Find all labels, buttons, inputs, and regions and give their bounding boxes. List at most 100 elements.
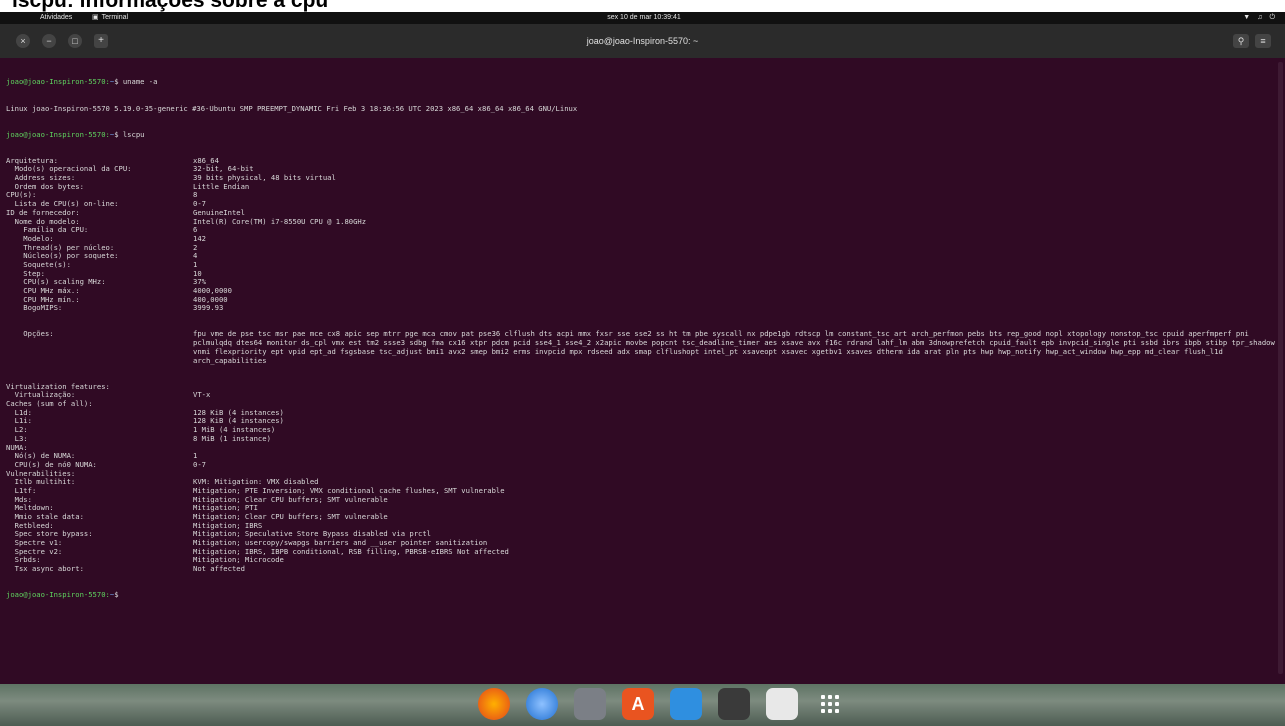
close-icon: × (20, 36, 26, 46)
lscpu-row: BogoMIPS: 3999.93 (6, 304, 1276, 313)
image-caption: lscpu: informações sobre a cpu (0, 0, 1285, 12)
lscpu-value: 0-7 (193, 460, 206, 469)
close-button[interactable]: × (16, 34, 30, 48)
lscpu-key: Família da CPU: (6, 226, 89, 235)
command: $ lscpu (114, 130, 145, 139)
lscpu-key: CPU(s): (6, 191, 37, 200)
lscpu-row: Meltdown: Mitigation; PTI (6, 504, 1276, 513)
new-tab-button[interactable]: + (94, 34, 108, 48)
app-menu[interactable]: ▣ Terminal (92, 12, 128, 24)
scrollbar[interactable] (1278, 62, 1283, 674)
lscpu-key: Virtualização: (6, 391, 76, 400)
lscpu-row: Spectre v2: Mitigation; IBRS, IBPB condit… (6, 548, 1276, 557)
lscpu-key: BogoMIPS: (6, 304, 63, 313)
lscpu-row: Virtualization features: (6, 383, 1276, 392)
lscpu-value: 6 (193, 226, 198, 235)
lscpu-value: 37% (193, 278, 206, 287)
lscpu-key: Vulnerabilities: (6, 469, 76, 478)
lscpu-key: Retbleed: (6, 521, 54, 530)
lscpu-key: Tsx async abort: (6, 565, 84, 574)
lscpu-key: Mmio stale data: (6, 513, 84, 521)
search-icon: ⚲ (1237, 36, 1245, 46)
firefox-icon[interactable] (478, 688, 510, 720)
lscpu-key: Meltdown: (6, 504, 54, 513)
lscpu-value: 10 (193, 269, 202, 278)
lscpu-key: Lista de CPU(s) on-line: (6, 200, 119, 209)
lscpu-row: Itlb multihit: KVM: Mitigation: VMX disab… (6, 478, 1276, 487)
lscpu-key: Spectre v2: (6, 547, 63, 556)
lscpu-row: L2: 1 MiB (4 instances) (6, 426, 1276, 435)
terminal-titlebar: joao@joao-Inspiron-5570: ~ × − □ + ⚲ ≡ (0, 24, 1285, 58)
lscpu-key: Spec store bypass: (6, 530, 93, 539)
terminal-text: joao@joao-Inspiron-5570:~$ uname -a Linu… (6, 61, 1276, 617)
terminal-output[interactable]: joao@joao-Inspiron-5570:~$ uname -a Linu… (0, 58, 1285, 684)
lscpu-row: L3: 8 MiB (1 instance) (6, 435, 1276, 444)
lscpu-value: 4 (193, 252, 198, 261)
network-icon: ▼ (1243, 14, 1251, 21)
lscpu-key: L1d: (6, 408, 32, 417)
lscpu-key: Mds: (6, 495, 32, 504)
lscpu-row: Núcleo(s) por soquete: 4 (6, 252, 1276, 261)
lscpu-key: Srbds: (6, 556, 41, 565)
lscpu-value: Mitigation; usercopy/swapgs barriers and… (193, 539, 488, 548)
lscpu-row: NUMA: (6, 444, 1276, 453)
lscpu-row: Lista de CPU(s) on-line: 0-7 (6, 200, 1276, 209)
show-apps-icon[interactable] (814, 688, 846, 720)
lscpu-value: Mitigation; Clear CPU buffers; SMT vulne… (193, 513, 388, 521)
thunderbird-icon[interactable] (526, 688, 558, 720)
lscpu-value: 4000,0000 (193, 287, 232, 295)
lscpu-row: Modo(s) operacional da CPU: 32-bit, 64-bi… (6, 165, 1276, 174)
clock[interactable]: sex 10 de mar 10:39:41 (596, 12, 692, 24)
uname-output: Linux joao-Inspiron-5570 5.19.0-35-gener… (6, 104, 578, 113)
prompt-line: joao@joao-Inspiron-5570:~$ uname -a (6, 78, 1276, 87)
lscpu-key: L1tf: (6, 486, 37, 495)
menu-button[interactable]: ≡ (1255, 34, 1271, 48)
lscpu-key: Address sizes: (6, 174, 76, 183)
terminal-icon[interactable] (718, 688, 750, 720)
lscpu-row: Srbds: Mitigation; Microcode (6, 556, 1276, 565)
lscpu-value: Not affected (193, 565, 245, 574)
command: $ (114, 591, 119, 600)
software-icon[interactable]: A (622, 688, 654, 720)
lscpu-key: Soquete(s): (6, 260, 71, 269)
lscpu-key: Caches (sum of all): (6, 400, 93, 409)
lscpu-value: KVM: Mitigation: VMX disabled (193, 478, 319, 487)
lscpu-row: Nome do modelo: Intel(R) Core(TM) i7-8550… (6, 218, 1276, 227)
prompt-line: joao@joao-Inspiron-5570:~$ (6, 591, 1276, 600)
lscpu-value: 1 (193, 260, 198, 269)
lscpu-key: CPU MHz mín.: (6, 295, 80, 304)
minimize-button[interactable]: − (42, 34, 56, 48)
lscpu-value: 2 (193, 243, 198, 252)
power-icon: ⏻ (1269, 14, 1275, 21)
lscpu-key: L2: (6, 426, 28, 435)
minimize-icon: − (46, 36, 52, 46)
lscpu-value: 32-bit, 64-bit (193, 165, 254, 174)
lscpu-value: Mitigation; Microcode (193, 556, 284, 565)
lscpu-key: ID de fornecedor: (6, 208, 80, 217)
flags-row: Opções: fpu vme de pse tsc msr pae mce cx… (6, 330, 1276, 365)
lscpu-value: 3999.93 (193, 304, 224, 313)
lscpu-row: ID de fornecedor: GenuineIntel (6, 209, 1276, 218)
lscpu-value: Mitigation; IBRS (193, 521, 263, 530)
lscpu-key: Modelo: (6, 234, 54, 243)
lscpu-key: Nó(s) de NUMA: (6, 452, 76, 461)
lscpu-row: Modelo: 142 (6, 235, 1276, 244)
flags-key: Opções: (6, 329, 54, 339)
lscpu-key: Nome do modelo: (6, 217, 80, 226)
files-icon[interactable] (574, 688, 606, 720)
prompt-user: joao@joao-Inspiron-5570: (6, 591, 110, 600)
activities-button[interactable]: Atividades (40, 12, 72, 24)
lscpu-row: CPU(s) scaling MHz: 37% (6, 278, 1276, 287)
lscpu-value: VT-x (193, 391, 211, 400)
search-button[interactable]: ⚲ (1233, 34, 1249, 48)
new-tab-icon: + (98, 35, 104, 46)
maximize-icon: □ (72, 36, 78, 46)
lscpu-row: Soquete(s): 1 (6, 261, 1276, 270)
lscpu-key: NUMA: (6, 443, 28, 452)
lscpu-key: Spectre v1: (6, 539, 63, 548)
lscpu-row: CPU(s): 8 (6, 191, 1276, 200)
system-menu[interactable]: ▼ ♫ ⏻ (1243, 12, 1275, 24)
trash-icon[interactable] (766, 688, 798, 720)
maximize-button[interactable]: □ (68, 34, 82, 48)
writer-icon[interactable] (670, 688, 702, 720)
